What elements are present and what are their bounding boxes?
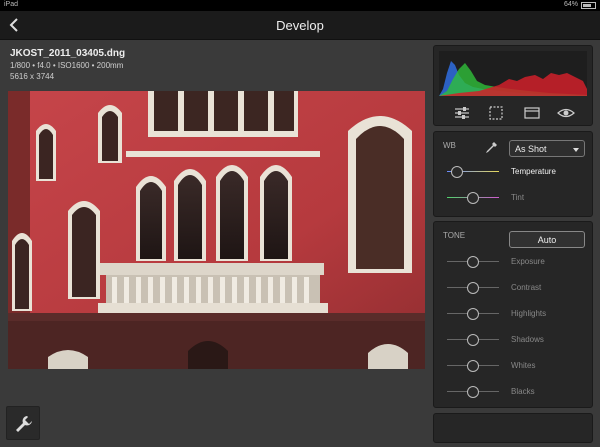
image-info: JKOST_2011_03405.dng 1/800 • f4.0 • ISO1… [10,48,125,81]
eyedropper-button[interactable] [483,140,499,156]
tone-label: TONE [443,231,466,240]
exposure-label: Exposure [511,257,545,266]
histogram [439,51,587,96]
highlights-slider[interactable] [447,307,499,321]
image-dimensions: 5616 x 3744 [10,72,55,81]
crop-icon[interactable] [485,102,507,124]
exposure-slider[interactable] [447,255,499,269]
wb-preset-select[interactable]: As Shot [509,140,585,157]
temperature-slider-knob[interactable] [451,166,464,178]
exposure-slider-knob[interactable] [467,256,479,268]
sliders-icon[interactable] [451,102,473,124]
highlights-label: Highlights [511,309,547,318]
venetian-facade-photo [8,91,425,369]
next-panel[interactable] [433,413,593,443]
wb-label: WB [443,141,456,150]
highlights-slider-knob[interactable] [467,308,479,320]
nav-bar: Develop [0,11,600,40]
whites-label: Whites [511,361,536,370]
page-title: Develop [276,18,324,33]
chevron-down-icon [573,148,579,152]
wrench-icon [16,416,32,432]
blacks-slider-knob[interactable] [467,386,479,398]
battery-percent: 64% [563,1,578,8]
tint-slider[interactable] [447,191,499,205]
temperature-label: Temperature [511,167,556,176]
temperature-slider[interactable] [447,165,499,179]
blacks-slider[interactable] [447,385,499,399]
tone-panel: TONE Auto Exposure Contrast Highlights S… [433,221,593,408]
eye-icon[interactable] [555,102,577,124]
photo-preview[interactable] [8,91,425,369]
wb-preset-value: As Shot [515,144,547,154]
presets-icon[interactable] [521,102,543,124]
tint-slider-knob[interactable] [467,192,479,204]
blacks-label: Blacks [511,387,535,396]
battery-icon [581,2,596,9]
shadows-slider[interactable] [447,333,499,347]
whites-slider[interactable] [447,359,499,373]
wb-panel: WB As Shot Temperature Tint [433,131,593,217]
contrast-label: Contrast [511,283,542,292]
image-filename: JKOST_2011_03405.dng [10,48,126,59]
carrier-label: iPad [4,1,19,8]
edit-mode-bar [434,102,594,124]
contrast-slider-knob[interactable] [467,282,479,294]
shadows-label: Shadows [511,335,544,344]
image-exposure-info: 1/800 • f4.0 • ISO1600 • 200mm [10,61,124,70]
auto-tone-button[interactable]: Auto [509,231,585,248]
tools-button[interactable] [6,406,40,440]
eyedropper-icon [486,142,497,153]
whites-slider-knob[interactable] [467,360,479,372]
histogram-panel [433,45,593,126]
shadows-slider-knob[interactable] [467,334,479,346]
tint-label: Tint [511,193,525,202]
contrast-slider[interactable] [447,281,499,295]
status-bar: iPad 64% [0,0,600,11]
